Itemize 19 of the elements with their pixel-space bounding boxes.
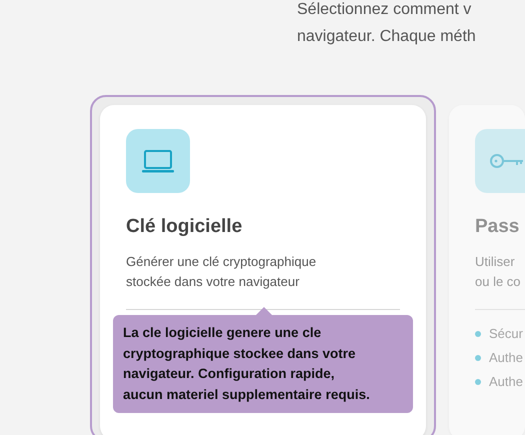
feature-text: Authe xyxy=(489,348,523,367)
feature-text: Authe xyxy=(489,372,523,391)
card-title: Pass xyxy=(475,215,520,239)
intro-text: Sélectionnez comment v xyxy=(297,0,472,20)
key-icon xyxy=(490,153,524,169)
bullet-icon xyxy=(475,378,481,384)
bullet-icon xyxy=(475,354,481,360)
tooltip: La cle logicielle genere une cle cryptographique stockee dans votre navigateur. Configuration rapide, aucun materiel supplementaire requis. xyxy=(113,315,413,413)
card-description: Générer une clé cryptographique xyxy=(126,252,318,271)
card-description: ou le co xyxy=(475,272,522,290)
option-card[interactable] xyxy=(100,105,426,435)
card-title: Clé logicielle xyxy=(126,215,244,239)
card-description: Utiliser xyxy=(475,252,516,270)
feature-text: Sécur xyxy=(489,324,523,343)
intro-text: navigateur. Chaque méth xyxy=(297,27,477,47)
card-description: stockée dans votre navigateur xyxy=(126,272,300,291)
option-card[interactable]: Pass Utiliser ou le co Sécur Authe Authe xyxy=(449,105,525,435)
laptop-icon xyxy=(142,149,174,173)
bullet-icon xyxy=(475,330,481,336)
